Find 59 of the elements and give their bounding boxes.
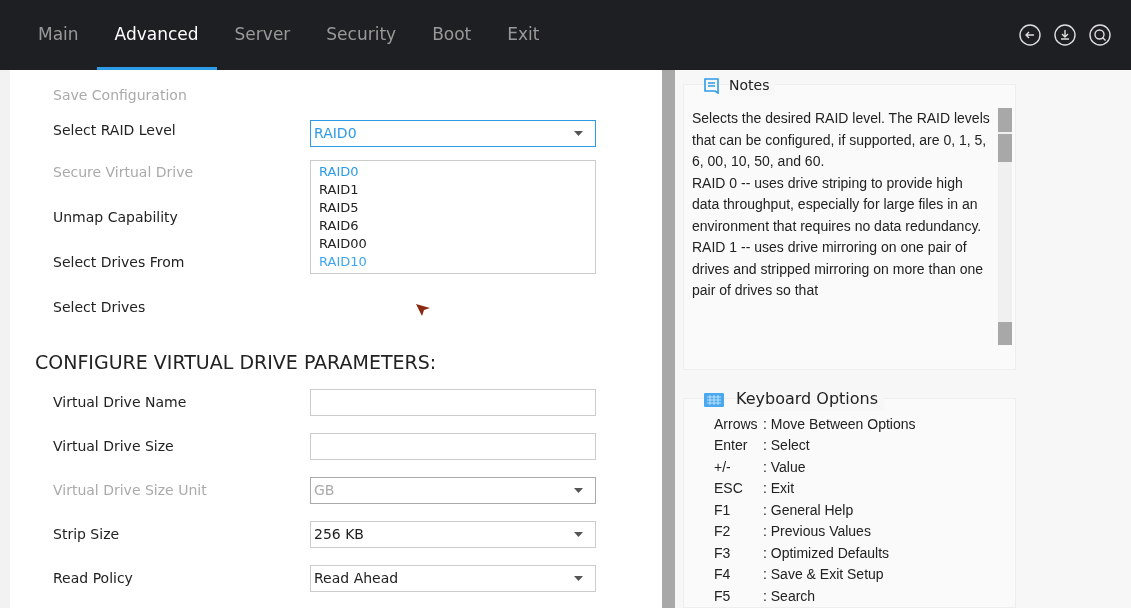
key-action: : Move Between Options — [763, 414, 916, 434]
menu-tab[interactable]: Main — [20, 0, 97, 70]
menu-tab[interactable]: Security — [308, 0, 415, 70]
key-action: : Value — [763, 457, 806, 477]
section-heading: CONFIGURE VIRTUAL DRIVE PARAMETERS: — [35, 350, 438, 375]
key-name: ESC — [714, 479, 744, 498]
key-action: : Previous Values — [763, 522, 871, 541]
key-name: F2 — [714, 522, 732, 541]
key-name: F5 — [714, 586, 732, 606]
note-icon — [704, 77, 719, 94]
dropdown-field[interactable]: RAID0 — [310, 120, 596, 147]
keyboard-icon — [704, 390, 724, 407]
input-field[interactable] — [310, 388, 596, 416]
mouse-cursor-icon — [415, 302, 431, 318]
notes-paragraph: RAID 1 -- uses drive mirroring on one pair of drives and stripped mirroring on more than one pair of drives so that — [692, 238, 985, 300]
key-name: F1 — [714, 500, 732, 520]
key-action: : Select — [763, 436, 810, 455]
setting-label: Select RAID Level — [53, 121, 177, 140]
dropdown-option[interactable]: RAID00 — [319, 235, 587, 253]
dropdown-option[interactable]: RAID1 — [319, 181, 587, 199]
key-action: : Optimized Defaults — [763, 543, 890, 563]
dropdown-option[interactable]: RAID0 — [319, 163, 587, 181]
setting-label: Save Configuration — [53, 86, 188, 105]
key-action: : Save & Exit Setup — [763, 565, 884, 584]
dropdown-field[interactable]: 256 KB — [310, 520, 596, 548]
notes-paragraph: Selects the desired RAID level. The RAID levels that can be configured, if supported, are 0, 1, 5, 6, 00, 10, 50, and 60. — [692, 109, 991, 171]
input-field[interactable] — [310, 432, 596, 460]
key-action: : Exit — [763, 479, 795, 498]
download-icon[interactable] — [1054, 24, 1076, 46]
key-name: F3 — [714, 543, 732, 563]
setting-label: Unmap Capability — [53, 208, 179, 227]
dropdown-option[interactable]: RAID5 — [319, 199, 587, 217]
dropdown-option[interactable]: RAID6 — [319, 217, 587, 235]
key-name: Enter — [714, 436, 749, 455]
caret-icon — [574, 131, 583, 136]
scrollbar[interactable] — [662, 70, 675, 608]
key-action: : Search — [763, 586, 816, 606]
key-name: Arrows — [714, 414, 759, 434]
caret-icon — [574, 487, 583, 493]
key-name: F4 — [714, 565, 732, 584]
search-icon[interactable] — [1089, 24, 1111, 46]
setting-label: Secure Virtual Drive — [53, 163, 195, 182]
menu-tab[interactable]: Boot — [414, 0, 490, 70]
dropdown-field[interactable]: Read Ahead — [310, 564, 596, 592]
setting-label: Select Drives From — [53, 253, 186, 272]
menu-tab[interactable]: Exit — [489, 0, 558, 70]
parameter-label: Virtual Drive Size Unit — [53, 480, 208, 500]
parameter-label: Strip Size — [53, 524, 121, 544]
parameter-label: Virtual Drive Name — [53, 392, 188, 412]
setting-label: Select Drives — [53, 298, 147, 317]
notes-paragraph: RAID 0 -- uses drive striping to provide high data throughput, especially for large files in an environment that requires no data redundancy. — [692, 173, 983, 236]
caret-icon — [574, 575, 583, 581]
parameter-label: Virtual Drive Size — [53, 436, 175, 456]
menu-tab[interactable]: Server — [216, 0, 309, 70]
parameter-label: Read Policy — [53, 568, 134, 588]
key-action: : General Help — [763, 500, 854, 520]
scrollbar[interactable] — [998, 108, 1012, 345]
caret-icon — [574, 531, 583, 537]
key-name: +/- — [714, 457, 732, 477]
